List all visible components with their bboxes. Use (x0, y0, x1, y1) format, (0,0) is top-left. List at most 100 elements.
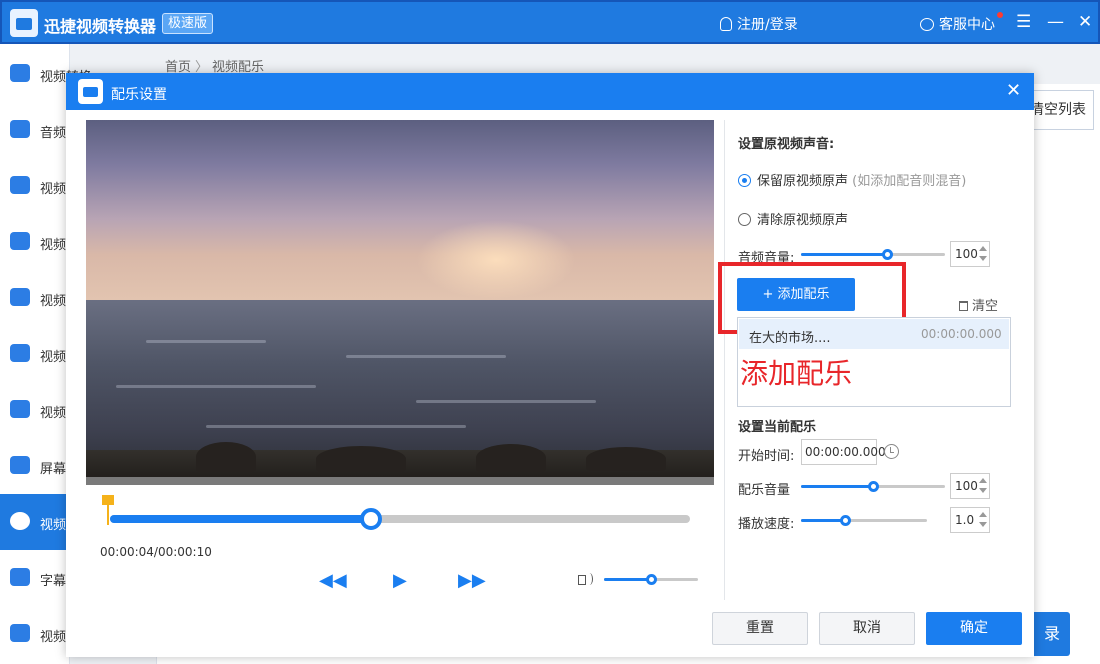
player-volume-slider[interactable] (604, 574, 698, 585)
fast-forward-icon[interactable]: ▶▶ (458, 570, 486, 591)
timeline-slider[interactable] (110, 508, 690, 530)
timeline-progress (110, 515, 371, 523)
notification-dot (997, 12, 1003, 18)
sidebar-item-video-convert[interactable]: 视频转换 (0, 46, 92, 102)
screen-record-icon (10, 456, 30, 474)
video-bottom-bar (86, 477, 714, 485)
reset-button[interactable]: 重置 (712, 612, 808, 645)
clear-music-button[interactable]: 清空 (959, 295, 998, 314)
play-speed-handle[interactable] (840, 515, 852, 526)
wave (206, 425, 466, 428)
login-link[interactable]: 注册/登录 (720, 14, 798, 34)
timeline-handle[interactable] (360, 508, 382, 530)
rock (316, 446, 406, 472)
app-logo-icon (10, 9, 38, 37)
sidebar-item-video-10[interactable]: 视频 (0, 606, 70, 662)
play-speed-stepper[interactable]: 1.0 (950, 507, 990, 533)
menu-icon[interactable]: ☰ (1016, 12, 1031, 32)
sidebar-item-video-4[interactable]: 视频 (0, 270, 70, 326)
keep-original-label: 保留原视频原声 (757, 174, 849, 189)
gif-icon (10, 400, 30, 418)
stepper-arrows-icon[interactable] (979, 244, 987, 264)
audio-volume-handle[interactable] (882, 249, 894, 260)
volume-icon[interactable] (578, 572, 594, 586)
music-volume-slider[interactable] (801, 481, 945, 492)
merge-icon (10, 344, 30, 362)
audio-volume-slider[interactable] (801, 249, 945, 260)
music-volume-stepper[interactable]: 100 (950, 473, 990, 499)
edition-badge: 极速版 (162, 13, 214, 34)
radio-checked-icon (738, 174, 751, 187)
audio-volume-stepper[interactable]: 100 (950, 241, 990, 267)
sidebar-item-video-3[interactable]: 视频 (0, 214, 70, 270)
start-time-input[interactable]: 00:00:00.000 (801, 439, 886, 465)
panel-divider (724, 120, 725, 600)
wave (416, 400, 596, 403)
stepper-arrows-icon[interactable] (979, 476, 987, 496)
sidebar-item-subtitle[interactable]: 字幕 (0, 550, 70, 606)
wave (346, 355, 506, 358)
close-window-icon[interactable]: ✕ (1078, 12, 1092, 32)
sidebar-item-screen[interactable]: 屏幕 (0, 438, 70, 494)
sunset-glow (416, 220, 576, 300)
camera-icon (10, 176, 30, 194)
support-link[interactable]: 客服中心 (920, 14, 995, 34)
play-icon[interactable]: ▶ (393, 570, 407, 591)
sidebar-item-audio[interactable]: 音频 (0, 102, 70, 158)
app-sidebar: 视频转换 音频 视频 视频 视频 视频 视频 屏幕 视频 字幕 视频 (0, 44, 92, 664)
annotation-text: 添加配乐 (740, 357, 853, 390)
cut-icon (10, 288, 30, 306)
clear-original-label: 清除原视频原声 (757, 213, 849, 228)
trash-icon (959, 301, 968, 311)
dialog-title: 配乐设置 (111, 87, 167, 103)
audio-volume-fill (801, 253, 888, 256)
rock (196, 442, 256, 472)
radio-unchecked-icon (738, 213, 751, 226)
play-speed-label: 播放速度: (738, 517, 795, 532)
rock (476, 444, 546, 472)
music-volume-fill (801, 485, 873, 488)
chat-icon (920, 18, 934, 31)
keep-original-hint: (如添加配音则混音) (852, 174, 967, 189)
dialog-close-icon[interactable]: ✕ (1006, 80, 1021, 101)
app-title: 迅捷视频转换器 (44, 17, 157, 36)
music-volume-handle[interactable] (868, 481, 879, 492)
start-time-label: 开始时间: (738, 449, 795, 464)
image-icon (10, 624, 30, 642)
app-titlebar: 迅捷视频转换器 极速版 注册/登录 客服中心 ☰ — ✕ (0, 0, 1100, 44)
reset-time-icon[interactable] (884, 444, 899, 459)
rock (586, 447, 666, 471)
list-item[interactable]: 在大的市场.... 00:00:00.000 (739, 319, 1009, 349)
user-icon (720, 17, 732, 31)
audio-icon (10, 120, 30, 138)
music-time: 00:00:00.000 (921, 327, 1002, 341)
cancel-button[interactable]: 取消 (819, 612, 915, 645)
confirm-button[interactable]: 确定 (926, 612, 1022, 645)
sidebar-item-video-6[interactable]: 视频 (0, 382, 70, 438)
sidebar-item-video-2[interactable]: 视频 (0, 158, 70, 214)
play-speed-slider[interactable] (801, 515, 927, 526)
film-icon (10, 232, 30, 250)
wave (146, 340, 266, 343)
dialog-logo-icon (78, 79, 103, 104)
video-preview (86, 120, 714, 485)
video-sky (86, 120, 714, 300)
player-volume-fill (604, 578, 651, 581)
music-settings-dialog: 配乐设置 ✕ 00:00:04/00:00:10 ◀◀ ▶ ▶▶ 设置原视频声音… (66, 73, 1034, 657)
rewind-icon[interactable]: ◀◀ (319, 570, 347, 591)
keep-original-audio-radio[interactable]: 保留原视频原声 (如添加配音则混音) (738, 170, 966, 189)
playback-time: 00:00:04/00:00:10 (100, 545, 212, 559)
sidebar-item-video-music[interactable]: 视频 (0, 494, 70, 550)
current-music-title: 设置当前配乐 (738, 420, 817, 435)
clear-original-audio-radio[interactable]: 清除原视频原声 (738, 209, 848, 228)
music-disc-icon (10, 512, 30, 530)
play-speed-fill (801, 519, 846, 522)
music-name: 在大的市场.... (749, 331, 831, 346)
dialog-header: 配乐设置 ✕ (66, 73, 1034, 110)
minimize-icon[interactable]: — (1047, 12, 1064, 32)
stepper-arrows-icon[interactable] (979, 510, 987, 530)
player-volume-handle[interactable] (646, 574, 657, 585)
music-volume-label: 配乐音量 (738, 483, 791, 498)
original-audio-title: 设置原视频声音: (738, 137, 835, 152)
sidebar-item-video-5[interactable]: 视频 (0, 326, 70, 382)
